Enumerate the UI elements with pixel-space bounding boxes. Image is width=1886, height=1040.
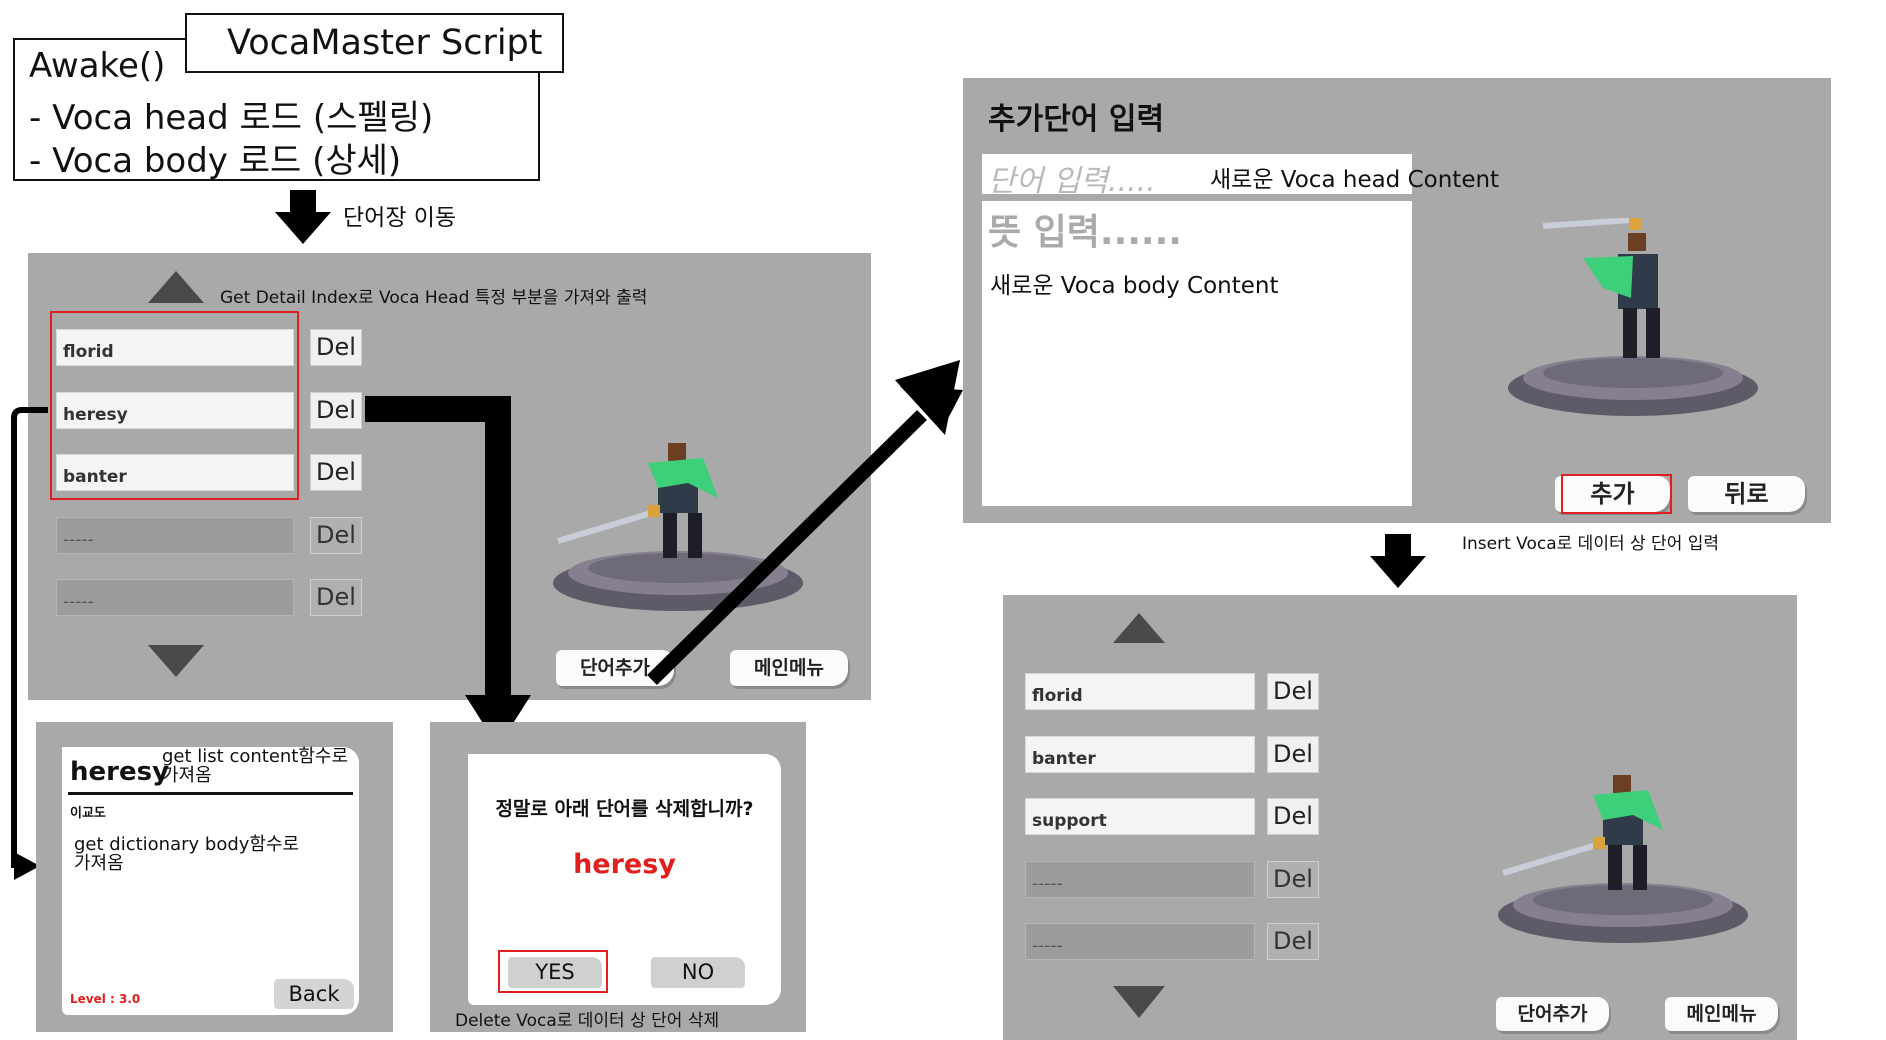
middle-flow-arrow-icon xyxy=(365,396,531,747)
delete-panel: 정말로 아래 단어를 삭제합니까? heresy YES NO Delete V… xyxy=(430,722,806,1032)
delete-button-4[interactable]: Del xyxy=(310,517,362,554)
character-sprite-icon xyxy=(1498,775,1748,943)
script-title-box-front: VocaMaster Script xyxy=(185,13,564,73)
delete-button-2[interactable]: Del xyxy=(310,392,362,429)
detail-body-annotation: get dictionary body함수로 가져옴 xyxy=(74,834,300,874)
result-main-menu-button[interactable]: 메인메뉴 xyxy=(1665,997,1778,1031)
awake-line-body: - Voca body 로드 (상세) xyxy=(29,141,402,181)
vocab-move-label: 단어장 이동 xyxy=(343,205,457,231)
result-delete-2[interactable]: Del xyxy=(1267,736,1319,773)
add-meaning-placeholder: 뜻 입력...... xyxy=(988,212,1182,253)
delete-button-5[interactable]: Del xyxy=(310,579,362,616)
add-word-placeholder: 단어 입력..... xyxy=(988,164,1156,199)
result-delete-1[interactable]: Del xyxy=(1267,673,1319,710)
detail-word: heresy xyxy=(70,757,170,787)
result-word-2[interactable]: banter xyxy=(1025,736,1255,773)
result-delete-5[interactable]: Del xyxy=(1267,923,1319,960)
result-word-3[interactable]: support xyxy=(1025,798,1255,835)
detail-back-button[interactable]: Back xyxy=(274,979,354,1009)
delete-no-button[interactable]: NO xyxy=(651,957,745,988)
delete-button-3[interactable]: Del xyxy=(310,454,362,491)
down-arrow-icon xyxy=(275,190,331,244)
scroll-up-icon[interactable] xyxy=(1113,613,1165,643)
insert-annotation: Insert Voca로 데이터 상 단어 입력 xyxy=(1462,534,1720,554)
scroll-down-icon[interactable] xyxy=(1113,986,1165,1018)
detail-card: heresy get list content함수로 가져옴 이교도 get d… xyxy=(62,747,359,1015)
detail-meaning: 이교도 xyxy=(70,806,106,821)
down-arrow-icon xyxy=(1370,534,1426,588)
delete-word: heresy xyxy=(573,849,676,880)
result-word-5[interactable]: ----- xyxy=(1025,923,1255,960)
highlight-word-range xyxy=(50,311,299,500)
character-sprite-icon xyxy=(1508,218,1758,416)
result-word-4[interactable]: ----- xyxy=(1025,861,1255,898)
detail-panel: heresy get list content함수로 가져옴 이교도 get d… xyxy=(36,722,393,1032)
add-back-button[interactable]: 뒤로 xyxy=(1688,476,1805,512)
word-item-4[interactable]: ----- xyxy=(56,517,294,554)
scroll-down-icon[interactable] xyxy=(148,645,204,677)
add-word-panel: 추가단어 입력 단어 입력..... 새로운 Voca head Content… xyxy=(963,78,1831,523)
add-highlight xyxy=(1561,474,1672,514)
new-body-content: 새로운 Voca body Content xyxy=(990,273,1279,299)
result-add-word-button[interactable]: 단어추가 xyxy=(1496,997,1609,1031)
delete-annotation: Delete Voca로 데이터 상 단어 삭제 xyxy=(455,1011,720,1031)
awake-label: Awake() xyxy=(29,46,166,86)
delete-card: 정말로 아래 단어를 삭제합니까? heresy YES NO xyxy=(468,754,781,1005)
result-word-1[interactable]: florid xyxy=(1025,673,1255,710)
diagonal-flow-arrow-icon xyxy=(647,360,963,685)
delete-question: 정말로 아래 단어를 삭제합니까? xyxy=(495,798,754,820)
detail-head-annotation: get list content함수로 가져옴 xyxy=(162,746,349,786)
delete-button-1[interactable]: Del xyxy=(310,329,362,366)
add-meaning-input[interactable]: 뜻 입력...... 새로운 Voca body Content xyxy=(982,201,1412,506)
detail-divider xyxy=(68,792,353,795)
result-delete-3[interactable]: Del xyxy=(1267,798,1319,835)
detail-level: Level : 3.0 xyxy=(70,992,141,1006)
result-list-panel: florid Del banter Del support Del ----- … xyxy=(1003,595,1797,1040)
result-delete-4[interactable]: Del xyxy=(1267,861,1319,898)
new-head-content: 새로운 Voca head Content xyxy=(1210,167,1500,193)
word-item-5[interactable]: ----- xyxy=(56,579,294,616)
yes-highlight xyxy=(498,950,608,993)
scroll-up-icon[interactable] xyxy=(148,271,204,303)
add-panel-title: 추가단어 입력 xyxy=(988,102,1165,137)
script-title-front: VocaMaster Script xyxy=(227,23,543,63)
awake-line-head: - Voca head 로드 (스펠링) xyxy=(29,98,434,138)
detail-index-annotation: Get Detail Index로 Voca Head 특정 부분을 가져와 출… xyxy=(220,288,648,308)
